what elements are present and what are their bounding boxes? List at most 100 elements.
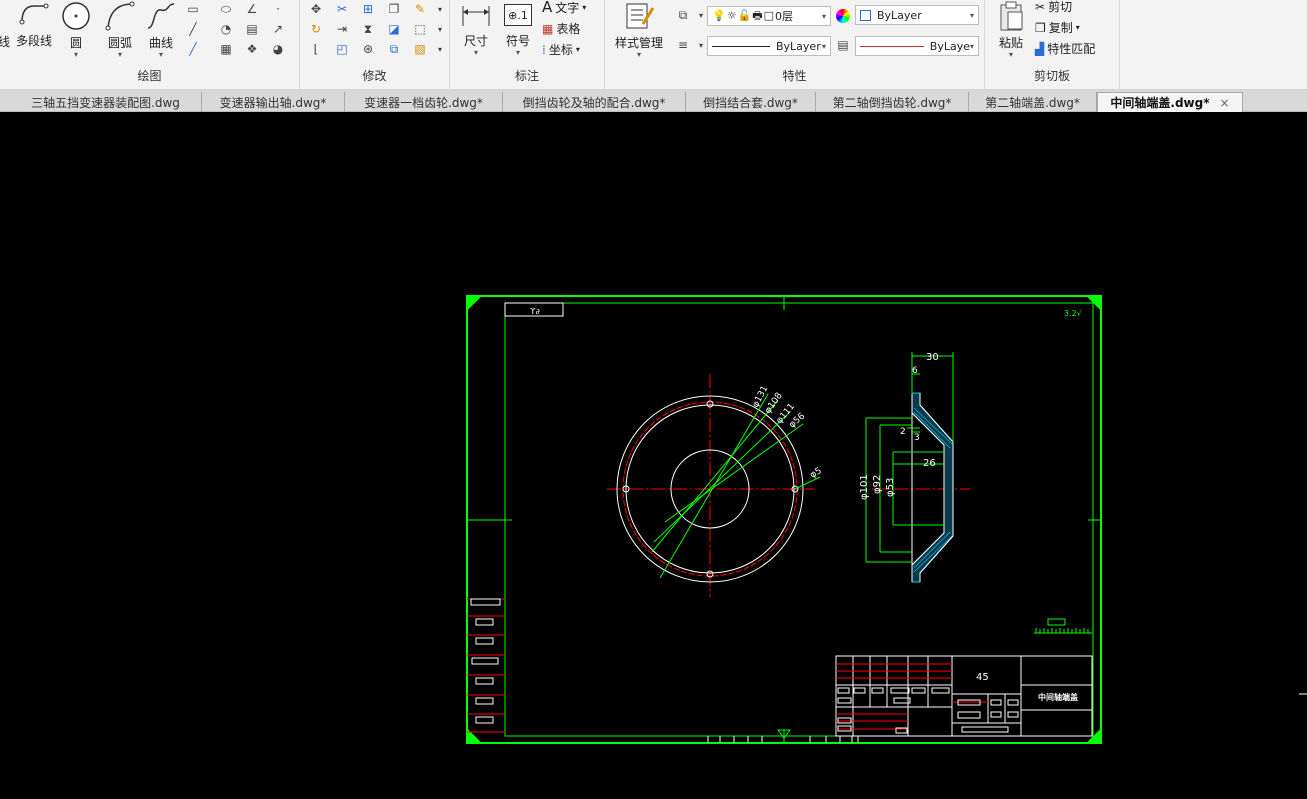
symbol-button[interactable]: ⊕.1 符号 ▾ (500, 2, 536, 57)
hatch-icon[interactable]: ▦ (216, 40, 236, 58)
lineweight-dropdown-caret-icon: ▾ (969, 41, 974, 51)
rectangle-icon[interactable]: ▭ (183, 0, 203, 18)
offset-icon[interactable]: ◰ (332, 40, 352, 58)
document-tab[interactable]: 倒挡齿轮及轴的配合.dwg* (503, 92, 686, 112)
explode-icon[interactable]: ⊛ (358, 40, 378, 58)
linetype-scale-icon[interactable]: ▤ (833, 36, 853, 54)
paste-dropdown-icon[interactable]: ▾ (1009, 51, 1013, 59)
side-section-view[interactable]: 30 6 2 3 26 φ101 φ92 φ53 (859, 352, 970, 583)
tab-label: 第二轴端盖.dwg* (985, 95, 1080, 110)
style-manager-label: 样式管理 (614, 36, 663, 50)
dimension-button[interactable]: 尺寸 ▾ (458, 2, 494, 57)
clipboard-panel: 粘贴 ▾ ✂ 剪切 ❐ 复制 ▾ ▟ 特性匹配 剪切板 (985, 0, 1120, 90)
boundary-icon[interactable]: ❖ (242, 40, 262, 58)
color-dropdown[interactable]: ByLayer ▾ (855, 5, 979, 25)
array-icon[interactable]: ⊞ (358, 0, 378, 18)
curve-button[interactable]: 曲线 ▾ (142, 0, 180, 59)
polyline-button[interactable]: 多段线 (14, 2, 54, 49)
match-properties-button[interactable]: ▟ 特性匹配 (1035, 40, 1095, 57)
paste-button[interactable]: 粘贴 ▾ (993, 0, 1029, 59)
text-dropdown-icon[interactable]: ▾ (582, 3, 586, 12)
document-tab[interactable]: 变速器输出轴.dwg* (202, 92, 345, 112)
modify-dropdown-icon[interactable]: ▾ (430, 0, 450, 18)
layer-dropdown[interactable]: 💡☼🔓🖶□ 0层 ▾ (707, 6, 831, 26)
style-manager-dropdown-icon[interactable]: ▾ (637, 51, 641, 59)
wipeout-icon[interactable]: ▤ (242, 20, 262, 38)
coordinate-button[interactable]: ⁞ 坐标 ▾ (542, 41, 580, 58)
document-tab[interactable]: 倒挡结合套.dwg* (686, 92, 816, 112)
copy-dropdown-icon[interactable]: ▾ (1076, 23, 1080, 32)
text-icon: A (542, 0, 553, 16)
cut-button[interactable]: ✂ 剪切 (1035, 0, 1072, 15)
ray-icon[interactable]: ↗ (268, 20, 288, 38)
copy-button[interactable]: ❐ 复制 ▾ (1035, 19, 1080, 36)
table-button[interactable]: ▦ 表格 (542, 20, 580, 37)
lineweight-icon[interactable]: ≡ (673, 36, 693, 54)
move-icon[interactable]: ✥ (306, 0, 326, 18)
document-tab[interactable]: 三轴五挡变速器装配图.dwg (10, 92, 202, 112)
style-manager-button[interactable]: 样式管理 ▾ (611, 0, 667, 59)
rotate-icon[interactable]: ↻ (306, 20, 326, 38)
document-tab[interactable]: 第二轴端盖.dwg* (969, 92, 1097, 112)
arc-button[interactable]: 圆弧 ▾ (100, 0, 140, 59)
modify-dropdown-2-icon[interactable]: ▾ (430, 20, 450, 38)
construction-line-icon[interactable]: ╱ (183, 20, 203, 38)
scissors-icon: ✂ (1035, 0, 1046, 14)
drawing-number-label: ϒ∂ (530, 307, 540, 316)
angle-icon[interactable]: ∠ (242, 0, 262, 18)
edit-icon[interactable]: ✎ (410, 0, 430, 18)
cad-drawing[interactable]: ϒ∂ 3.2√ φ131 φ108 φ111 φ56 φ5 30 6 2 3 2… (0, 112, 1307, 799)
mirror-icon[interactable]: ⧗ (358, 20, 378, 38)
side-dim-3: 3 (914, 433, 920, 443)
circle-dropdown-icon[interactable]: ▾ (74, 51, 78, 59)
lineweight-value: ByLaye (929, 39, 970, 53)
clipboard-panel-title: 剪切板 (1033, 69, 1070, 83)
tab-label: 倒挡结合套.dwg* (703, 95, 798, 110)
close-tab-icon[interactable]: × (1220, 96, 1230, 110)
edit-attribute-icon[interactable]: ▧ (410, 40, 430, 58)
tab-label: 三轴五挡变速器装配图.dwg (31, 95, 180, 110)
coordinate-label: 坐标 (548, 43, 573, 57)
symbol-dropdown-icon[interactable]: ▾ (516, 49, 520, 57)
color-wheel-icon[interactable] (836, 9, 850, 23)
title-block-red-grid (836, 663, 988, 730)
extend-icon[interactable]: ⇥ (332, 20, 352, 38)
trim-icon[interactable]: ✂ (332, 0, 352, 18)
line-button-partial[interactable]: 线 (0, 33, 10, 50)
draw-panel-title: 绘图 (137, 69, 162, 83)
arc-icon (105, 1, 135, 31)
arc-dropdown-icon[interactable]: ▾ (118, 51, 122, 59)
fillet-icon[interactable]: ⌊ (306, 40, 326, 58)
document-tab[interactable]: 第二轴倒挡齿轮.dwg* (816, 92, 969, 112)
roughness-label: 3.2√ (1064, 309, 1083, 318)
polyline-icon (19, 3, 49, 25)
document-tab[interactable]: 变速器一档齿轮.dwg* (345, 92, 503, 112)
ribbon: 线 多段线 圆 ▾ 圆弧 ▾ 曲线 ▾ ▭ ⬭ ∠ · ╱ ◔ ▤ ↗ ╱ ▦ … (0, 0, 1307, 90)
scale-icon[interactable]: ◪ (384, 20, 404, 38)
region-icon[interactable]: ◔ (216, 20, 236, 38)
circle-button[interactable]: 圆 ▾ (58, 0, 94, 59)
text-button[interactable]: A 文字 ▾ (542, 0, 586, 16)
modify-dropdown-3-icon[interactable]: ▾ (430, 40, 450, 58)
text-label: 文字 (555, 0, 580, 15)
lineweight-dropdown[interactable]: ByLaye ▾ (855, 36, 979, 56)
break-icon[interactable]: ⧉ (384, 40, 404, 58)
side-dim-30: 30 (926, 352, 939, 363)
drawing-canvas[interactable]: ϒ∂ 3.2√ φ131 φ108 φ111 φ56 φ5 30 6 2 3 2… (0, 112, 1307, 799)
point-icon[interactable]: · (268, 0, 288, 18)
dimension-icon (462, 6, 490, 26)
coordinate-dropdown-icon[interactable]: ▾ (576, 45, 580, 54)
document-tab-active[interactable]: 中间轴端盖.dwg* × (1097, 92, 1243, 112)
layer-states-icon[interactable]: ⧉ (673, 6, 693, 24)
front-view[interactable]: φ131 φ108 φ111 φ56 φ5 (607, 374, 824, 597)
stretch-icon[interactable]: ⬚ (410, 20, 430, 38)
xline-icon[interactable]: ╱ (183, 40, 203, 58)
copy-object-icon[interactable]: ❐ (384, 0, 404, 18)
donut-icon[interactable]: ◕ (268, 40, 288, 58)
curve-dropdown-icon[interactable]: ▾ (159, 51, 163, 59)
dimension-dropdown-icon[interactable]: ▾ (474, 49, 478, 57)
match-properties-icon: ▟ (1035, 41, 1045, 56)
linetype-dropdown[interactable]: ByLayer ▾ (707, 36, 831, 56)
ellipse-icon[interactable]: ⬭ (216, 0, 236, 18)
match-properties-label: 特性匹配 (1047, 42, 1096, 56)
